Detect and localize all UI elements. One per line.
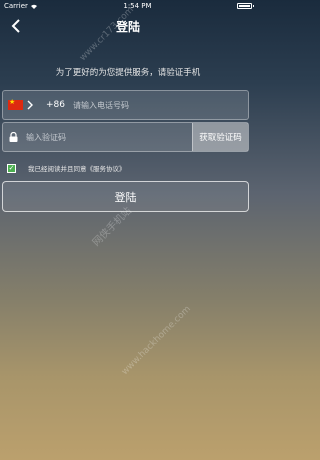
code-field-row: 获取验证码: [2, 122, 249, 152]
lock-icon: [9, 132, 18, 142]
status-left: Carrier: [4, 2, 38, 10]
phone-field-row: ★ +86: [2, 90, 249, 120]
wifi-icon: [30, 4, 37, 9]
agreement-checkbox[interactable]: ✓: [7, 163, 16, 173]
agreement-row: ✓ 我已经阅读并且同意《服务协议》: [7, 163, 126, 173]
login-button[interactable]: 登陆: [2, 181, 249, 212]
get-code-button[interactable]: 获取验证码: [192, 123, 248, 151]
status-right: [236, 3, 254, 9]
carrier-label: Carrier: [4, 2, 28, 10]
check-icon: ✓: [8, 163, 15, 172]
battery-icon: [236, 3, 254, 9]
phone-input[interactable]: [73, 100, 248, 110]
chevron-right-icon[interactable]: [27, 100, 33, 110]
china-flag-icon[interactable]: ★: [8, 99, 23, 110]
verification-code-input[interactable]: [26, 132, 192, 142]
chevron-left-icon[interactable]: [10, 19, 24, 33]
page-title: 登陆: [115, 19, 140, 34]
intro-text: 为了更好的为您提供服务，请验证手机: [55, 68, 201, 78]
country-code: +86: [46, 100, 65, 110]
status-bar: Carrier 1:54 PM: [0, 0, 256, 12]
nav-bar: 登陆: [0, 12, 256, 40]
watermark: www.hackhome.com: [120, 304, 193, 378]
agreement-text[interactable]: 我已经阅读并且同意《服务协议》: [28, 163, 126, 173]
status-time: 1:54 PM: [123, 2, 152, 10]
